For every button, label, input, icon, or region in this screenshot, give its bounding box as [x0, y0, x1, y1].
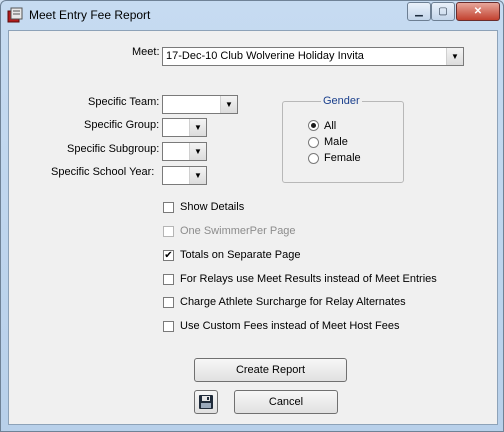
minimize-button[interactable]: ▁: [407, 2, 431, 21]
chevron-down-icon[interactable]: ▼: [189, 143, 206, 160]
one-swimmer-per-page-checkbox: [163, 226, 174, 237]
report-app-icon: [7, 7, 23, 23]
save-button[interactable]: [194, 390, 218, 414]
team-select[interactable]: ▼: [162, 95, 238, 114]
gender-female-radio[interactable]: [308, 153, 319, 164]
show-details-checkbox[interactable]: [163, 202, 174, 213]
cancel-button[interactable]: Cancel: [234, 390, 338, 414]
group-select[interactable]: ▼: [162, 118, 207, 137]
gender-female-label[interactable]: Female: [324, 152, 361, 164]
gender-all-radio[interactable]: [308, 120, 319, 131]
report-window: Meet Entry Fee Report ▁ ▢ ✕ Meet: 17-Dec…: [0, 0, 504, 432]
custom-fees-label[interactable]: Use Custom Fees instead of Meet Host Fee…: [180, 320, 399, 332]
gender-male-radio[interactable]: [308, 137, 319, 148]
gender-male-label[interactable]: Male: [324, 136, 348, 148]
chevron-down-icon[interactable]: ▼: [189, 167, 206, 184]
radio-selected-dot: [311, 123, 316, 128]
close-button[interactable]: ✕: [456, 2, 500, 21]
custom-fees-checkbox[interactable]: [163, 321, 174, 332]
maximize-button[interactable]: ▢: [431, 2, 455, 21]
window-title: Meet Entry Fee Report: [29, 8, 151, 22]
group-label: Specific Group:: [84, 119, 160, 131]
gender-group-title: Gender: [321, 95, 362, 107]
dialog-body: Meet: 17-Dec-10 Club Wolverine Holiday I…: [8, 30, 498, 425]
title-bar[interactable]: Meet Entry Fee Report ▁ ▢ ✕: [1, 1, 503, 29]
gender-all-label[interactable]: All: [324, 120, 336, 132]
relay-alternates-surcharge-checkbox[interactable]: [163, 297, 174, 308]
school-year-select[interactable]: ▼: [162, 166, 207, 185]
meet-select-value: 17-Dec-10 Club Wolverine Holiday Invita: [166, 50, 364, 62]
floppy-disk-icon: [199, 395, 213, 409]
totals-separate-page-label[interactable]: Totals on Separate Page: [180, 249, 300, 261]
team-label: Specific Team:: [88, 96, 160, 108]
school-year-label: Specific School Year:: [51, 166, 155, 178]
chevron-down-icon[interactable]: ▼: [220, 96, 237, 113]
meet-label: Meet:: [132, 46, 160, 58]
one-swimmer-per-page-label: One SwimmerPer Page: [180, 225, 296, 237]
relays-meet-results-checkbox[interactable]: [163, 274, 174, 285]
relay-alternates-surcharge-label[interactable]: Charge Athlete Surcharge for Relay Alter…: [180, 296, 406, 308]
create-report-button[interactable]: Create Report: [194, 358, 347, 382]
totals-separate-page-checkbox[interactable]: ✔: [163, 250, 174, 261]
subgroup-label: Specific Subgroup:: [67, 143, 160, 155]
show-details-label[interactable]: Show Details: [180, 201, 244, 213]
relays-meet-results-label[interactable]: For Relays use Meet Results instead of M…: [180, 273, 437, 285]
meet-select[interactable]: 17-Dec-10 Club Wolverine Holiday Invita …: [162, 47, 464, 66]
chevron-down-icon[interactable]: ▼: [189, 119, 206, 136]
chevron-down-icon[interactable]: ▼: [446, 48, 463, 65]
subgroup-select[interactable]: ▼: [162, 142, 207, 161]
